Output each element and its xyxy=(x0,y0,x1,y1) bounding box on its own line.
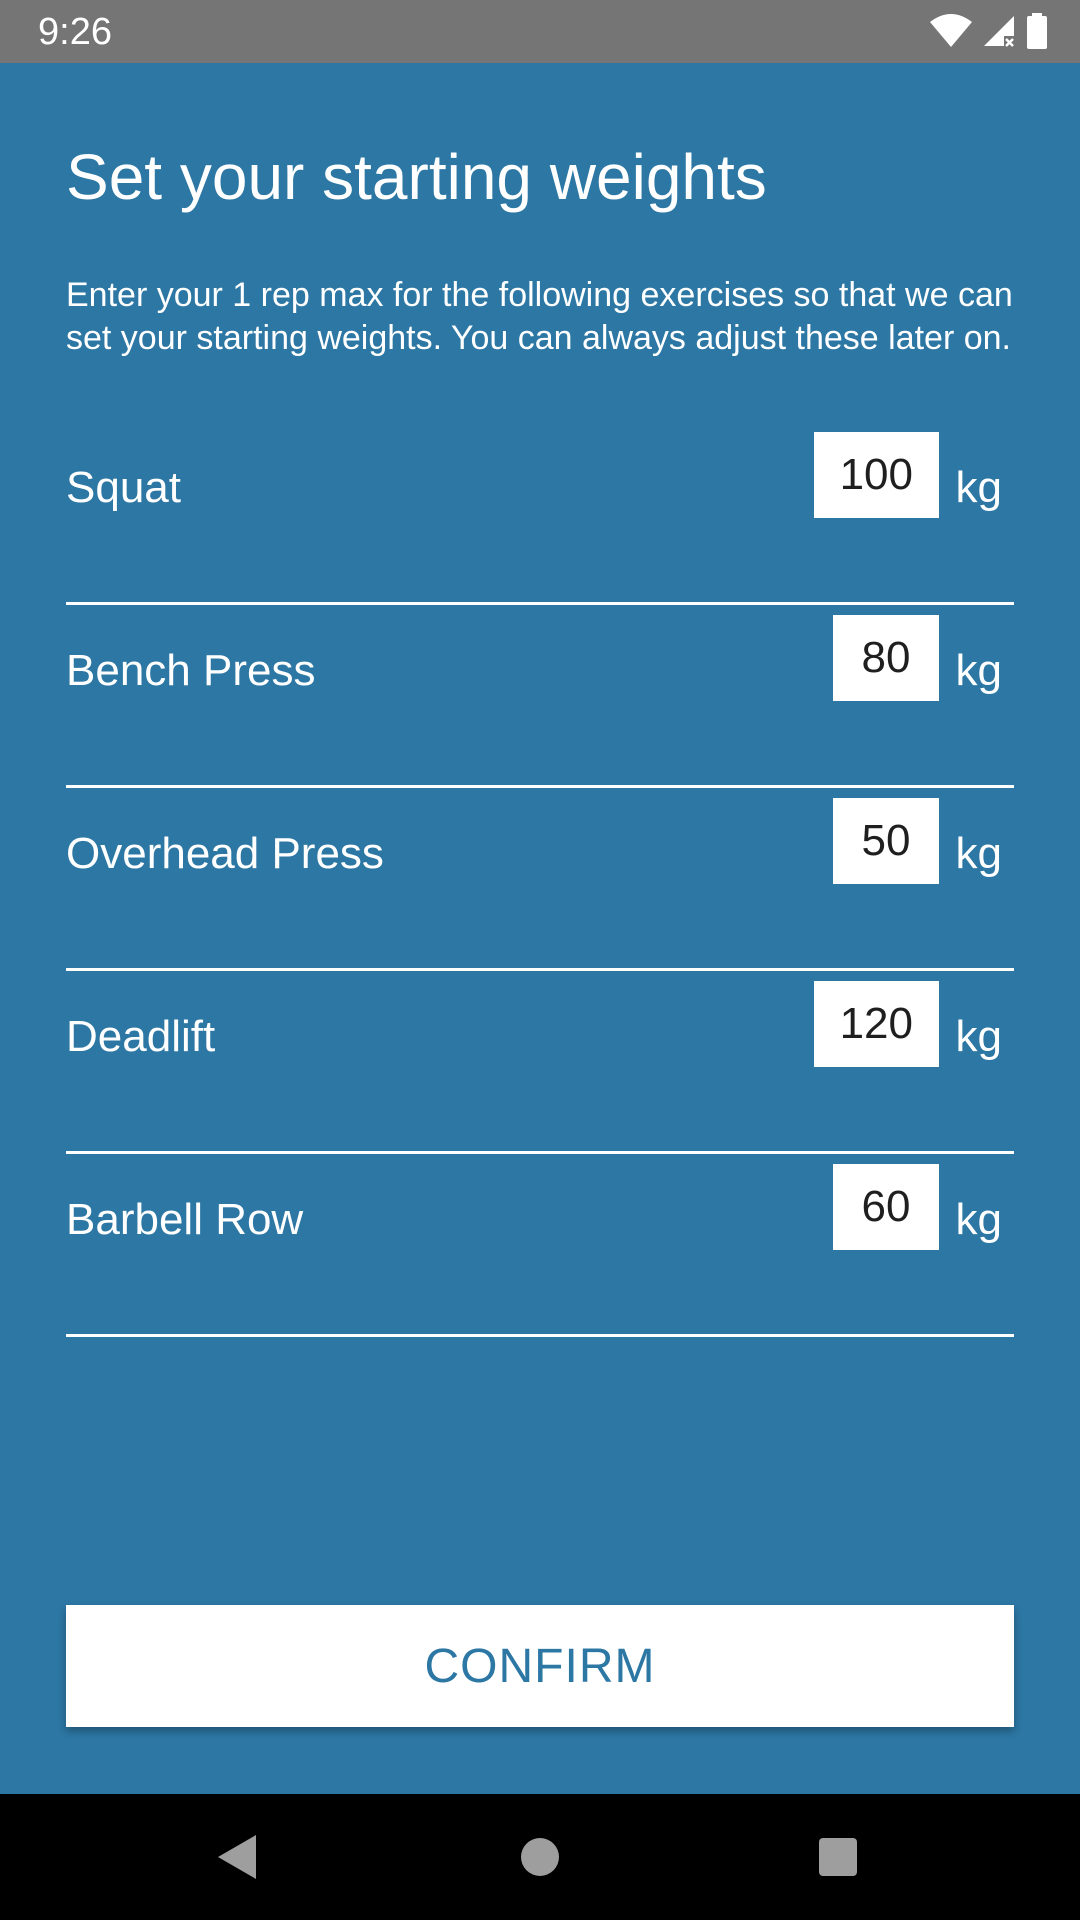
recents-icon[interactable] xyxy=(808,1827,868,1887)
weight-input-overhead-press[interactable]: 50 xyxy=(833,798,939,884)
exercise-row-deadlift: Deadlift 120 kg xyxy=(66,973,1014,1154)
weight-input-deadlift[interactable]: 120 xyxy=(813,981,939,1067)
exercise-name: Overhead Press xyxy=(66,829,384,878)
status-bar: 9:26 xyxy=(0,0,1080,63)
unit-label: kg xyxy=(955,646,1002,695)
unit-label: kg xyxy=(955,1195,1002,1244)
exercise-row-squat: Squat 100 kg xyxy=(66,424,1014,605)
status-time: 9:26 xyxy=(38,11,112,53)
unit-label: kg xyxy=(955,829,1002,878)
confirm-button[interactable]: CONFIRM xyxy=(66,1605,1014,1727)
exercise-name: Barbell Row xyxy=(66,1195,304,1244)
unit-label: kg xyxy=(955,463,1002,512)
exercise-name: Squat xyxy=(66,463,181,512)
weight-input-bench-press[interactable]: 80 xyxy=(833,615,939,701)
exercise-list: Squat 100 kg Bench Press 80 kg Overhead … xyxy=(66,424,1014,1339)
exercise-row-overhead-press: Overhead Press 50 kg xyxy=(66,790,1014,971)
cell-signal-icon xyxy=(982,14,1016,48)
status-icons xyxy=(930,13,1048,49)
unit-label: kg xyxy=(955,1012,1002,1061)
exercise-row-bench-press: Bench Press 80 kg xyxy=(66,607,1014,788)
weight-input-squat[interactable]: 100 xyxy=(813,432,939,518)
home-icon[interactable] xyxy=(510,1827,570,1887)
exercise-name: Bench Press xyxy=(66,646,316,695)
page-title: Set your starting weights xyxy=(66,141,767,213)
battery-icon xyxy=(1026,13,1048,49)
exercise-name: Deadlift xyxy=(66,1012,216,1061)
page-description: Enter your 1 rep max for the following e… xyxy=(66,276,1013,357)
exercise-row-barbell-row: Barbell Row 60 kg xyxy=(66,1156,1014,1337)
navigation-bar xyxy=(0,1794,1080,1920)
back-icon[interactable] xyxy=(208,1827,268,1887)
weight-input-barbell-row[interactable]: 60 xyxy=(833,1164,939,1250)
wifi-icon xyxy=(930,14,972,48)
